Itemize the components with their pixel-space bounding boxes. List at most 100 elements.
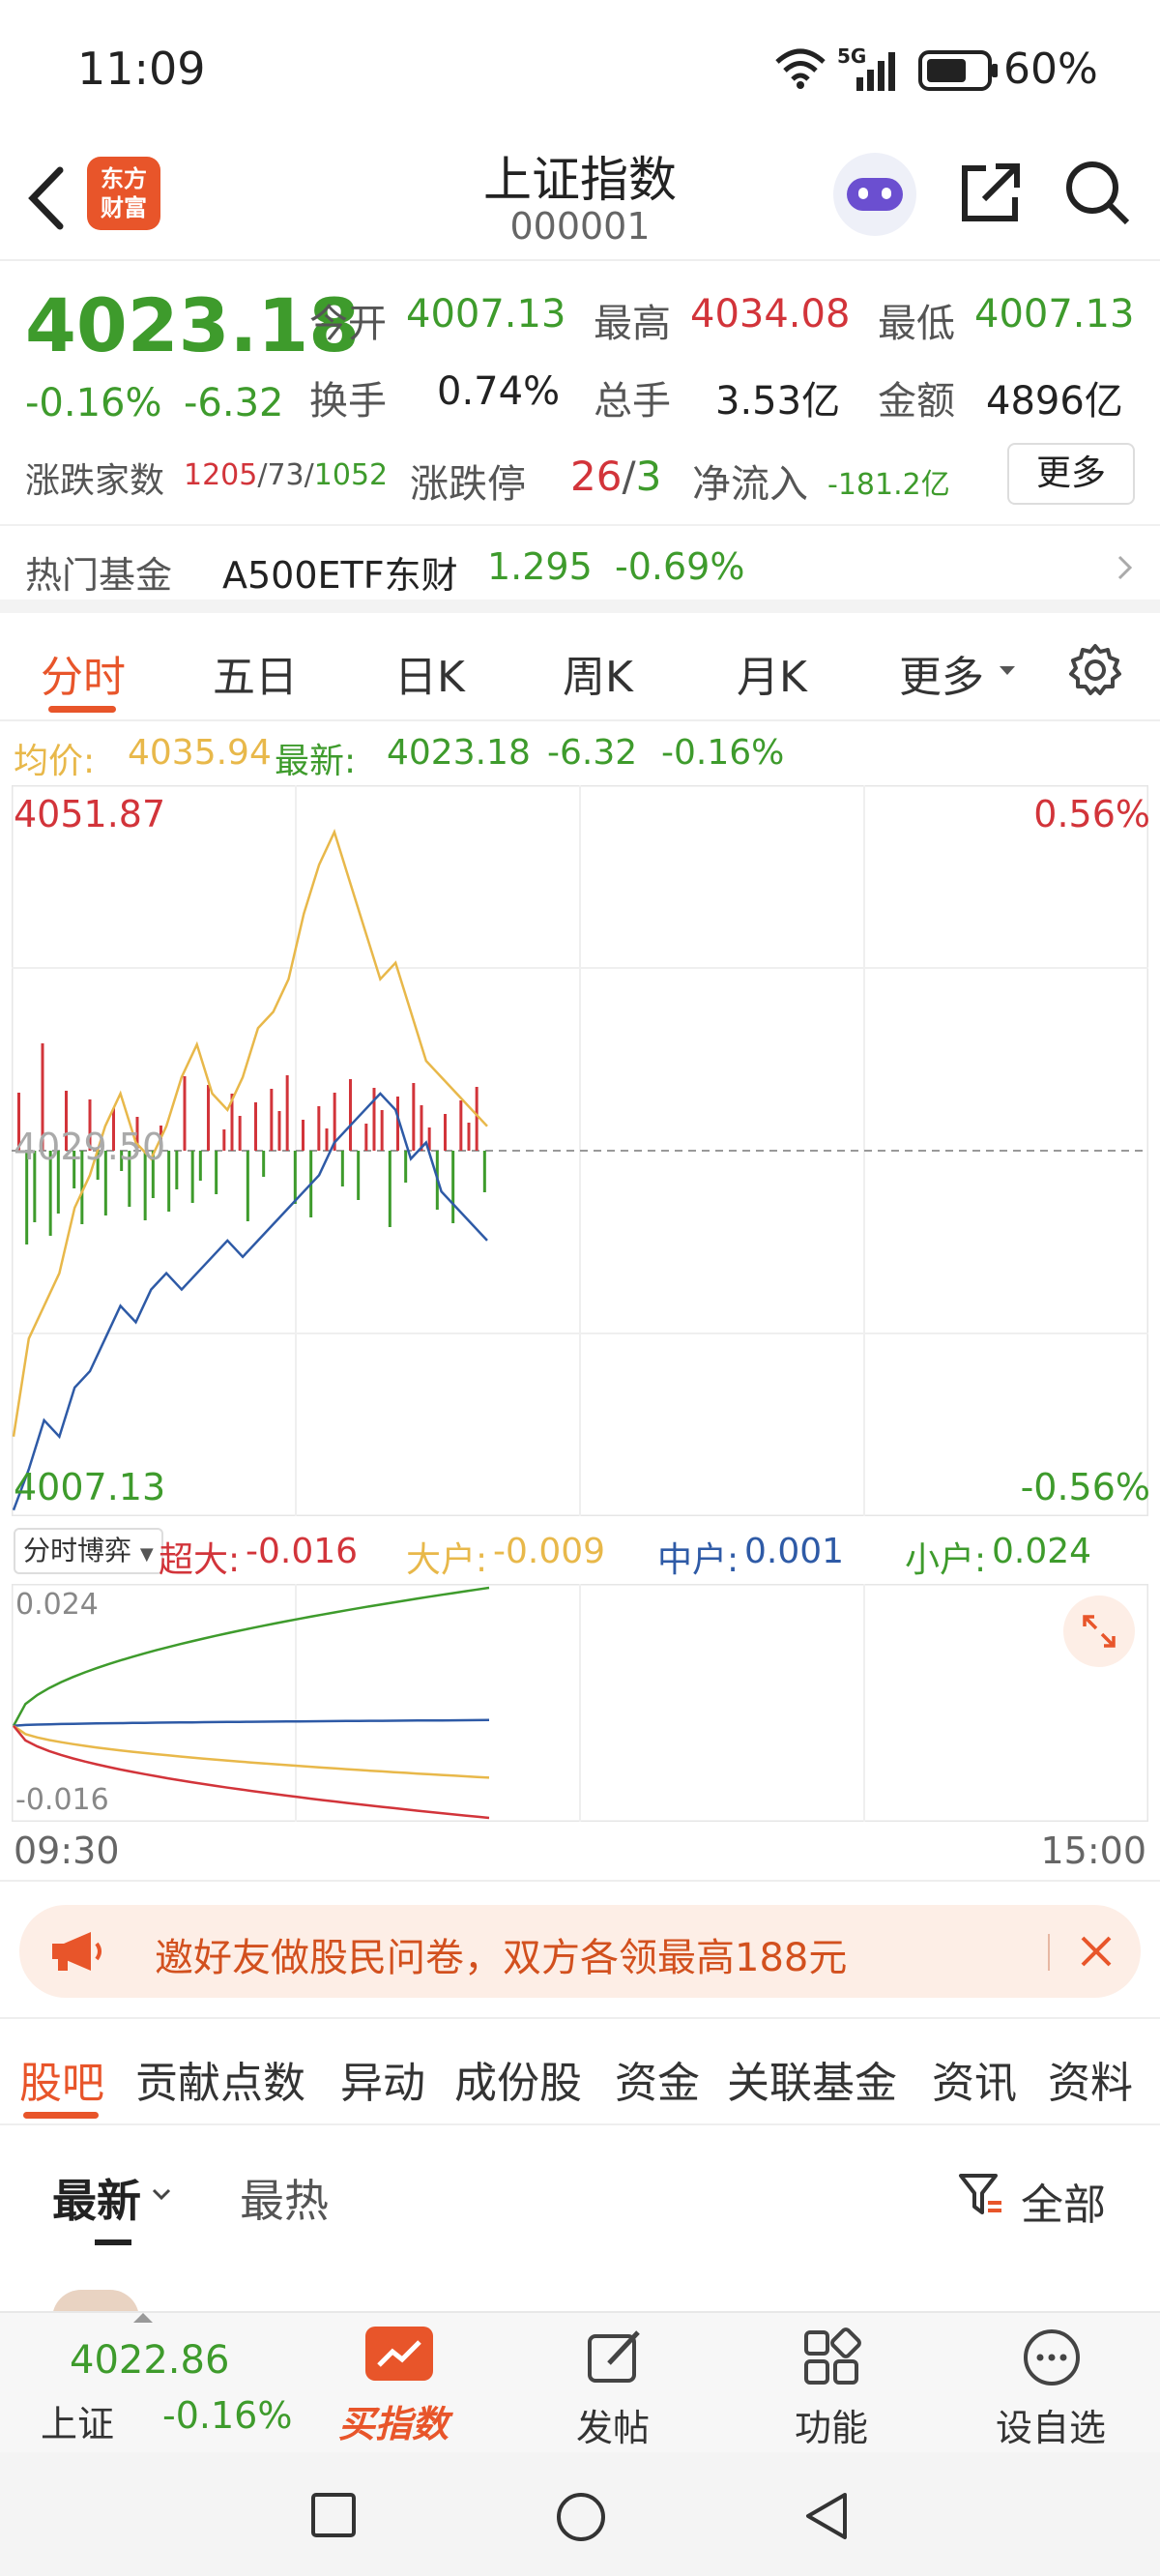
back-arrow-icon[interactable]: [23, 164, 72, 232]
capital-flow-chart[interactable]: 0.024 -0.016: [11, 1583, 1149, 1823]
tab-capital[interactable]: 资金: [615, 2048, 700, 2110]
buy-index-icon[interactable]: [365, 2327, 433, 2381]
volume-bar-down: [246, 1151, 249, 1221]
limit-values: 26/3: [570, 453, 662, 500]
search-icon[interactable]: [1063, 159, 1131, 226]
flow-mid-label: 中户:: [657, 1540, 740, 1580]
filter-all[interactable]: 全部: [1021, 2170, 1106, 2232]
signal-icon: [856, 52, 895, 91]
latest-value: 4023.18: [387, 733, 531, 773]
sort-hottest[interactable]: 最热: [240, 2166, 329, 2230]
tab-intraday[interactable]: 分时: [41, 642, 126, 704]
volume-bar-up: [420, 1105, 423, 1151]
flow-selector[interactable]: 分时博弈 ▼: [14, 1528, 163, 1574]
volume-bar-down: [388, 1151, 392, 1227]
volume-bar-up: [459, 1100, 463, 1151]
tab-five-day[interactable]: 五日: [213, 642, 298, 704]
function-grid-icon[interactable]: [800, 2327, 862, 2388]
volume-bar-down: [482, 1151, 486, 1192]
volume-bar-up: [349, 1079, 352, 1151]
capital-flow-svg: [11, 1583, 1149, 1823]
volume-bar-down: [167, 1151, 171, 1212]
tab-weekly-k[interactable]: 周K: [563, 642, 633, 704]
page-title: 上证指数: [483, 152, 677, 208]
wifi-icon: [775, 48, 826, 89]
volume-bar-down: [451, 1151, 455, 1223]
buy-index-label[interactable]: 买指数: [338, 2394, 449, 2447]
volume-bar-up: [270, 1089, 274, 1151]
add-watchlist-icon[interactable]: [1021, 2327, 1083, 2388]
tab-anomaly[interactable]: 异动: [340, 2048, 425, 2110]
change-value: -6.32: [184, 381, 284, 425]
tab-forum[interactable]: 股吧: [19, 2048, 104, 2110]
flow-large-value: -0.009: [493, 1532, 606, 1571]
volume-bar-down: [293, 1151, 297, 1204]
back-triangle-icon[interactable]: [802, 2489, 851, 2543]
recents-square-icon[interactable]: [309, 2491, 358, 2539]
share-icon[interactable]: [957, 159, 1025, 226]
volume-bar-up: [475, 1087, 478, 1151]
tab-more[interactable]: 更多: [899, 642, 984, 704]
volume-bar-down: [404, 1151, 408, 1183]
tab-news[interactable]: 资讯: [932, 2048, 1017, 2110]
volume-bar-down: [198, 1151, 202, 1181]
tab-monthly-k[interactable]: 月K: [737, 642, 807, 704]
battery-icon: [918, 50, 998, 91]
sort-indicator: [95, 2239, 131, 2245]
close-icon[interactable]: [1077, 1932, 1116, 1971]
survey-banner[interactable]: 邀好友做股民问卷，双方各领最高188元: [19, 1905, 1141, 1998]
intraday-chart[interactable]: 4051.87 0.56% 4029.50 4007.13 -0.56%: [11, 784, 1150, 1517]
hot-fund-change: -0.69%: [615, 545, 745, 588]
tab-profile[interactable]: 资料: [1048, 2048, 1133, 2110]
dock-index-value[interactable]: 4022.86: [70, 2338, 229, 2383]
content-tab-indicator: [23, 2112, 99, 2119]
volume-bar-up: [317, 1106, 321, 1151]
large-flow-line: [13, 1724, 490, 1779]
bottom-dock: 4022.86 上证 -0.16% 买指数 发帖 功能 设自选: [0, 2311, 1160, 2452]
expand-button[interactable]: [1063, 1595, 1135, 1667]
flow-super-value: -0.016: [246, 1532, 359, 1571]
y-top-label: 4051.87: [14, 793, 166, 835]
quote-panel: 4023.18 -0.16% -6.32 今开 4007.13 最高 4034.…: [0, 263, 1160, 524]
chevron-down-icon: [152, 2188, 171, 2201]
volume-bar-up: [364, 1124, 368, 1151]
y-mid-label: 4029.50: [14, 1126, 166, 1168]
megaphone-icon: [52, 1932, 102, 1971]
dock-index-name[interactable]: 上证: [41, 2394, 114, 2447]
time-end: 15:00: [1040, 1830, 1146, 1872]
settings-gear-icon[interactable]: [1067, 642, 1123, 698]
volume-bar-up: [325, 1128, 329, 1151]
volume-bar-up: [302, 1120, 304, 1151]
app-logo[interactable]: 东方财富: [87, 157, 160, 230]
sort-row: 最新 最热 全部: [0, 2127, 1160, 2319]
watchlist-label[interactable]: 设自选: [996, 2398, 1106, 2451]
sort-newest[interactable]: 最新: [52, 2166, 141, 2230]
post-label[interactable]: 发帖: [576, 2398, 650, 2451]
volume-bar-up: [372, 1088, 376, 1151]
dock-index-change[interactable]: -0.16%: [162, 2394, 292, 2437]
volume-bar-down: [190, 1151, 194, 1203]
avg-value: 4035.94: [128, 733, 272, 773]
flow-large-label: 大户:: [406, 1540, 488, 1580]
turnover-label: 换手: [309, 379, 387, 424]
hot-fund-row[interactable]: 热门基金 A500ETF东财 1.295 -0.69%: [0, 524, 1160, 613]
tab-related-funds[interactable]: 关联基金: [727, 2048, 897, 2110]
volume-bar-up: [285, 1075, 289, 1151]
turnover-value: 0.74%: [437, 369, 561, 414]
assistant-robot-icon[interactable]: [833, 153, 916, 236]
volume-label: 总手: [594, 379, 671, 424]
netflow-value: -181.2亿: [827, 468, 950, 502]
tab-constituents[interactable]: 成份股: [454, 2048, 582, 2110]
tab-contribution[interactable]: 贡献点数: [135, 2048, 305, 2110]
home-circle-icon[interactable]: [555, 2491, 607, 2543]
flow-small-label: 小户:: [905, 1540, 987, 1580]
more-button[interactable]: 更多: [1007, 443, 1135, 505]
tab-daily-k[interactable]: 日K: [394, 642, 465, 704]
function-label[interactable]: 功能: [795, 2398, 868, 2451]
amount-value: 4896亿: [986, 379, 1123, 424]
edit-post-icon[interactable]: [584, 2327, 646, 2388]
capital-flow-header: 分时博弈 ▼ 超大: -0.016 大户: -0.009 中户: 0.001 小…: [0, 1520, 1160, 1582]
breadth-values: 1205/73/1052: [184, 458, 389, 492]
filter-icon[interactable]: [957, 2172, 1005, 2220]
time-start: 09:30: [14, 1830, 120, 1872]
